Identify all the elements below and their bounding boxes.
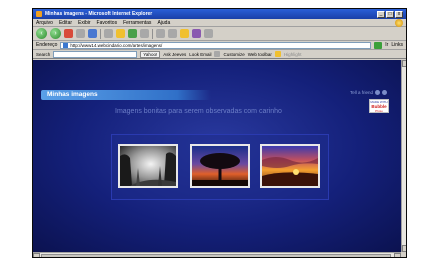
page-content: Minhas imagens Tell a friend MADE WITH B… [33, 60, 401, 252]
mail-icon[interactable] [156, 29, 165, 38]
badge-sub-text: Photo [375, 109, 383, 113]
thumbnail-foggy-forest[interactable] [118, 144, 178, 188]
folder-icon[interactable] [180, 29, 189, 38]
menu-bar: Arquivo Editar Exibir Favoritos Ferramen… [33, 19, 406, 27]
tree-sunset-image [192, 146, 248, 186]
maximize-button[interactable]: □ [386, 10, 394, 18]
media-icon[interactable] [128, 29, 137, 38]
menu-favoritos[interactable]: Favoritos [97, 20, 118, 26]
thumbnail-sunset-clouds[interactable] [260, 144, 320, 188]
close-button[interactable]: x [395, 10, 403, 18]
scroll-up-icon[interactable] [402, 60, 406, 67]
menu-arquivo[interactable]: Arquivo [36, 20, 53, 26]
tell-a-friend-label: Tell a friend [349, 90, 373, 95]
window-title: Minhas imagens - Microsoft Internet Expl… [45, 11, 153, 17]
address-bar: Endereço http://www14.webcindario.com/ar… [33, 41, 406, 50]
toolbar-separator [100, 28, 101, 39]
go-icon[interactable] [374, 41, 383, 49]
menu-exibir[interactable]: Exibir [78, 20, 91, 26]
home-icon[interactable] [88, 29, 97, 38]
customize-button[interactable]: Customize [223, 52, 244, 57]
search-label[interactable]: Search [36, 52, 50, 57]
scroll-right-icon[interactable] [394, 253, 401, 257]
customize-icon [214, 51, 221, 57]
search-input[interactable] [53, 50, 138, 58]
vertical-scrollbar[interactable] [401, 60, 406, 252]
browser-window: Minhas imagens - Microsoft Internet Expl… [32, 8, 407, 258]
web-toolbar-button[interactable]: Web toolbar [248, 52, 272, 57]
research-icon[interactable] [204, 29, 213, 38]
toolbar-separator [152, 28, 153, 39]
address-url: http://www14.webcindario.com/artes/image… [70, 42, 163, 48]
print-icon[interactable] [168, 29, 177, 38]
menu-ajuda[interactable]: Ajuda [157, 20, 170, 26]
page-icon [63, 42, 69, 48]
horizontal-scroll-thumb[interactable] [41, 254, 391, 257]
help-icon [382, 90, 387, 95]
search-icon[interactable] [104, 29, 113, 38]
refresh-icon[interactable] [76, 29, 85, 38]
highlight-button[interactable]: Highlight [284, 52, 302, 57]
scroll-left-icon[interactable] [33, 253, 40, 257]
menu-editar[interactable]: Editar [59, 20, 72, 26]
back-icon[interactable]: ‹ [36, 28, 47, 39]
yahoo-search-button[interactable]: Yahoo! [140, 50, 161, 58]
image-gallery [111, 134, 329, 200]
highlight-icon [274, 51, 281, 57]
horizontal-scrollbar[interactable] [33, 252, 401, 257]
go-button-label[interactable]: Ir [385, 42, 388, 48]
address-input[interactable]: http://www14.webcindario.com/artes/image… [60, 41, 372, 49]
share-icon [375, 90, 380, 95]
thumbnail-tree-sunset[interactable] [190, 144, 250, 188]
scroll-down-icon[interactable] [402, 245, 406, 252]
stop-icon[interactable] [64, 29, 73, 38]
history-icon[interactable] [140, 29, 149, 38]
foggy-forest-image [120, 146, 176, 186]
windows-logo-icon [395, 19, 403, 27]
tell-a-friend-link[interactable]: Tell a friend [350, 90, 387, 95]
page-subtitle: Imagens bonitas para serem observadas co… [115, 108, 282, 115]
search-toolbar: Search Yahoo! Ask Jeeves Look Email Cust… [33, 50, 406, 59]
look-email-button[interactable]: Look Email [189, 52, 211, 57]
made-with-badge[interactable]: MADE WITH Bubble Photo [369, 99, 389, 113]
messenger-icon[interactable] [192, 29, 201, 38]
forward-icon[interactable]: › [50, 28, 61, 39]
links-button[interactable]: Links [391, 42, 403, 48]
minimize-button[interactable]: _ [377, 10, 385, 18]
toolbar: ‹ › [33, 27, 406, 41]
page-header: Minhas imagens [41, 90, 211, 100]
sunset-clouds-image [262, 146, 318, 186]
ie-app-icon [36, 11, 42, 17]
menu-ferramentas[interactable]: Ferramentas [123, 20, 151, 26]
ask-jeeves-button[interactable]: Ask Jeeves [163, 52, 186, 57]
title-bar: Minhas imagens - Microsoft Internet Expl… [33, 9, 406, 19]
favorites-star-icon[interactable] [116, 29, 125, 38]
page-title: Minhas imagens [47, 91, 98, 98]
address-label: Endereço [36, 42, 58, 48]
